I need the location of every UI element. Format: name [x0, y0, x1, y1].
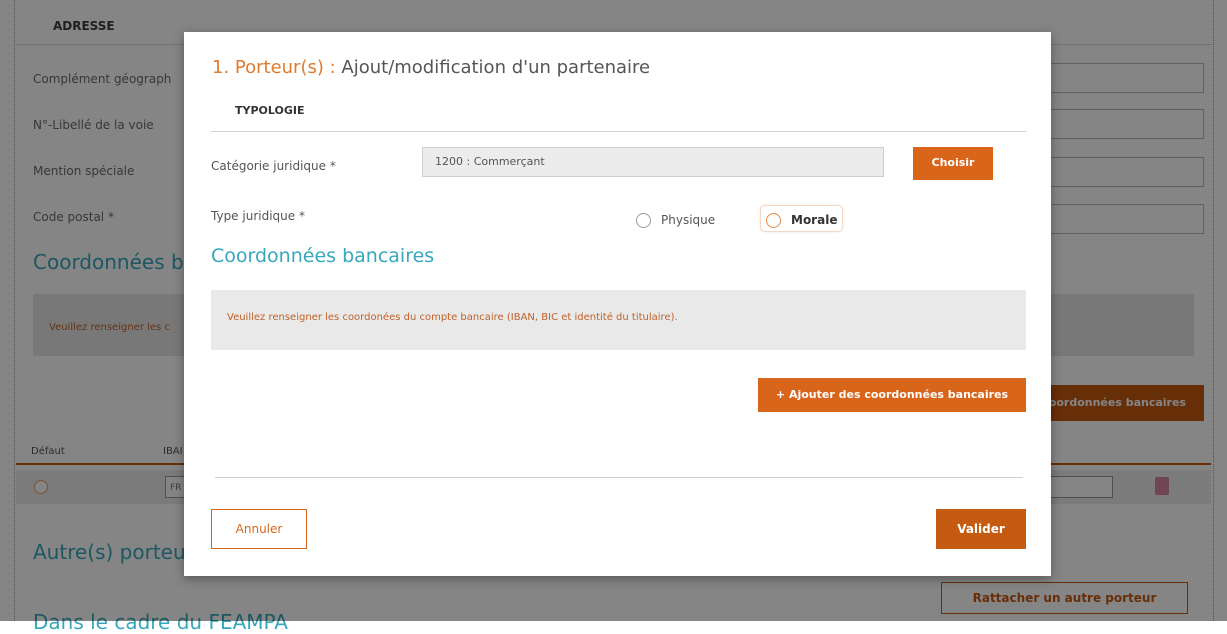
typology-header: TYPOLOGIE — [235, 104, 305, 117]
type-label: Type juridique * — [211, 209, 305, 223]
validate-button[interactable]: Valider — [936, 509, 1026, 549]
cancel-button[interactable]: Annuler — [211, 509, 307, 549]
radio-physique[interactable]: Physique — [636, 211, 715, 229]
bank-details-title: Coordonnées bancaires — [211, 245, 435, 267]
category-label: Catégorie juridique * — [211, 159, 336, 173]
modal-title-prefix: 1. Porteur(s) : — [212, 57, 342, 78]
choose-button[interactable]: Choisir — [913, 147, 993, 180]
divider — [215, 477, 1023, 478]
bank-info-box: Veuillez renseigner les coordonées du co… — [211, 290, 1026, 350]
divider — [211, 131, 1026, 132]
radio-physique-label: Physique — [661, 213, 716, 227]
radio-circle-icon[interactable] — [636, 212, 651, 228]
radio-circle-icon[interactable] — [766, 212, 781, 228]
partner-modal: 1. Porteur(s) : Ajout/modification d'un … — [184, 32, 1051, 576]
bank-info-text: Veuillez renseigner les coordonées du co… — [227, 312, 678, 323]
radio-morale[interactable]: Morale — [766, 211, 837, 229]
radio-morale-label: Morale — [791, 213, 838, 227]
add-bank-details-button[interactable]: + Ajouter des coordonnées bancaires — [758, 378, 1026, 412]
modal-title-text: Ajout/modification d'un partenaire — [341, 57, 651, 78]
modal-title: 1. Porteur(s) : Ajout/modification d'un … — [212, 57, 650, 78]
category-input[interactable]: 1200 : Commerçant — [422, 147, 884, 177]
